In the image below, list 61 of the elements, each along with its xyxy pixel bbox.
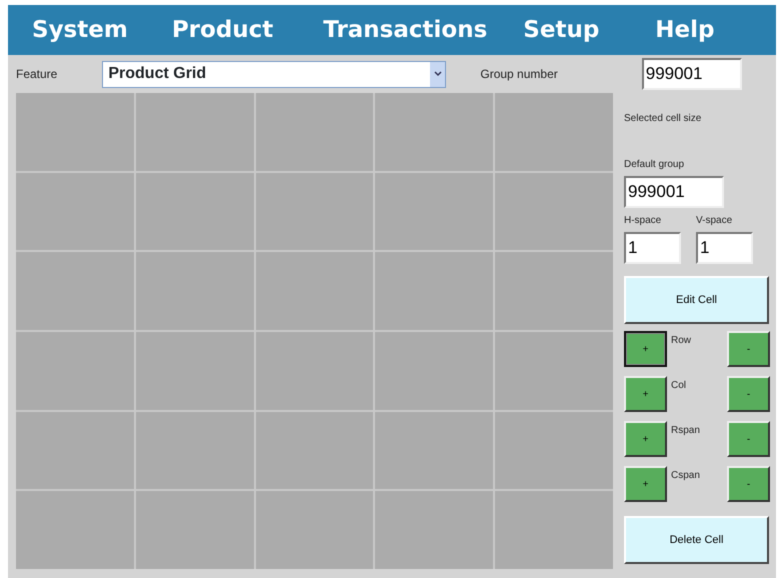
menu-item[interactable]: Help (655, 12, 714, 48)
grid-cell[interactable] (136, 412, 254, 490)
adjuster-label: Rspan (671, 424, 701, 438)
grid-cell[interactable] (256, 491, 374, 569)
selected-cell-size-label: Selected cell size (624, 112, 702, 126)
grid-cell[interactable] (375, 412, 494, 490)
grid-cell[interactable] (16, 332, 134, 410)
grid-cell[interactable] (136, 332, 254, 410)
grid-cell[interactable] (495, 252, 613, 330)
grid-cell[interactable] (256, 332, 374, 410)
grid-cell[interactable] (16, 93, 134, 171)
grid-cell[interactable] (375, 332, 494, 410)
group-number-label: Group number (480, 66, 558, 83)
grid-cell[interactable] (495, 412, 613, 490)
grid-cell[interactable] (136, 252, 254, 330)
grid-cell[interactable] (495, 93, 613, 171)
menu-item[interactable]: Setup (523, 12, 600, 48)
delete-cell-button[interactable]: Delete Cell (624, 516, 769, 564)
grid-cell[interactable] (16, 252, 134, 330)
h-space-label: H-space (624, 214, 662, 228)
grid-cell[interactable] (256, 252, 374, 330)
decrease-button[interactable]: - (727, 466, 770, 502)
grid-cell[interactable] (375, 172, 494, 250)
increase-button[interactable]: + (624, 331, 667, 367)
grid-cell[interactable] (256, 172, 374, 250)
v-space-field[interactable]: 1 (696, 232, 753, 264)
grid-cell[interactable] (375, 491, 494, 569)
adjuster-label: Col (671, 379, 688, 393)
default-group-label: Default group (624, 158, 686, 172)
grid-cell[interactable] (16, 412, 134, 490)
v-space-label: V-space (696, 214, 734, 228)
grid-cell[interactable] (136, 491, 254, 569)
grid-cell[interactable] (16, 172, 134, 250)
grid-cell[interactable] (495, 332, 613, 410)
default-group-field[interactable]: 999001 (624, 176, 724, 208)
grid-cell[interactable] (136, 172, 254, 250)
decrease-button[interactable]: - (727, 421, 770, 457)
grid-cell[interactable] (375, 93, 494, 171)
feature-label: Feature (16, 66, 58, 83)
increase-button[interactable]: + (624, 421, 667, 457)
grid-cell[interactable] (136, 93, 254, 171)
increase-button[interactable]: + (624, 466, 667, 502)
menu-item[interactable]: Product (172, 12, 274, 48)
menu-item[interactable]: System (32, 12, 128, 48)
chevron-down-icon (434, 71, 442, 77)
menu-item[interactable]: Transactions (323, 12, 488, 48)
feature-dropdown[interactable]: Product Grid (102, 60, 446, 88)
grid-cell[interactable] (16, 491, 134, 569)
grid-cell[interactable] (256, 93, 374, 171)
edit-cell-button[interactable]: Edit Cell (624, 276, 769, 324)
grid-cell[interactable] (495, 491, 613, 569)
grid-cell[interactable] (495, 172, 613, 250)
decrease-button[interactable]: - (727, 331, 770, 367)
h-space-field[interactable]: 1 (624, 232, 681, 264)
grid-cell[interactable] (375, 252, 494, 330)
adjuster-label: Row (671, 334, 692, 348)
increase-button[interactable]: + (624, 376, 667, 412)
decrease-button[interactable]: - (727, 376, 770, 412)
adjuster-label: Cspan (671, 469, 701, 483)
grid-cell[interactable] (256, 412, 374, 490)
group-number-field[interactable]: 999001 (642, 58, 742, 90)
